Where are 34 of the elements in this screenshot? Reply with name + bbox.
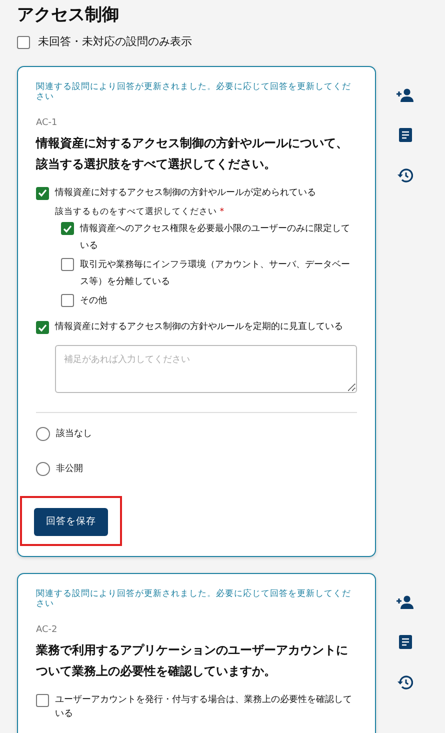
update-notice: 関連する設問により回答が更新されました。必要に応じて回答を更新してください — [36, 83, 352, 104]
document-icon[interactable] — [398, 128, 412, 142]
option-label: 該当なし — [56, 428, 92, 442]
checkbox[interactable] — [36, 186, 49, 200]
radio-button[interactable] — [36, 427, 50, 442]
checkbox[interactable] — [17, 36, 30, 50]
checkbox[interactable] — [36, 694, 49, 707]
document-icon[interactable] — [398, 635, 412, 650]
question-code: AC-2 — [36, 624, 58, 638]
option-label: 情報資産に対するアクセス制御の方針やルールが定められている — [55, 186, 316, 200]
checkbox[interactable] — [61, 258, 74, 272]
sub-prompt: 該当するものをすべて選択してください * — [55, 206, 226, 220]
question-code: AC-1 — [36, 117, 58, 130]
filter-label: 未回答・未対応の設問のみ表示 — [38, 34, 192, 50]
person-add-icon[interactable] — [396, 88, 414, 102]
question-text: 情報資産に対するアクセス制御の方針やルールについて、該当する選択肢をすべて選択してください。 — [36, 134, 349, 174]
option-label: 取引元や業務毎にインフラ環境（アカウント、サーバ、データベース等）を分離している — [80, 258, 351, 290]
checkbox[interactable] — [61, 294, 74, 308]
option-label: ユーザーアカウントを発行・付与する場合は、業務上の必要性を確認している — [55, 694, 353, 722]
person-add-icon[interactable] — [396, 595, 414, 610]
question-text: 業務で利用するアプリケーションのユーザーアカウントについて業務上の必要性を確認していますか。 — [36, 642, 349, 680]
checkbox[interactable] — [61, 222, 74, 236]
page-title: アクセス制御 — [17, 4, 120, 27]
option-label: 情報資産に対するアクセス制御の方針やルールを定期的に見直している — [55, 320, 343, 334]
option-label: その他 — [80, 294, 107, 308]
radio-button[interactable] — [36, 462, 50, 476]
history-icon[interactable] — [397, 675, 413, 690]
option-label: 非公開 — [56, 462, 83, 476]
option-label: 情報資産へのアクセス権限を必要最小限のユーザーのみに限定している — [80, 222, 351, 254]
checkbox[interactable] — [36, 321, 49, 334]
update-notice: 関連する設問により回答が更新されました。必要に応じて回答を更新してください — [36, 590, 352, 610]
history-icon[interactable] — [397, 168, 413, 184]
note-field[interactable]: 補足があれば入力してください — [55, 344, 357, 393]
save-button[interactable]: 回答を保存 — [34, 508, 108, 536]
